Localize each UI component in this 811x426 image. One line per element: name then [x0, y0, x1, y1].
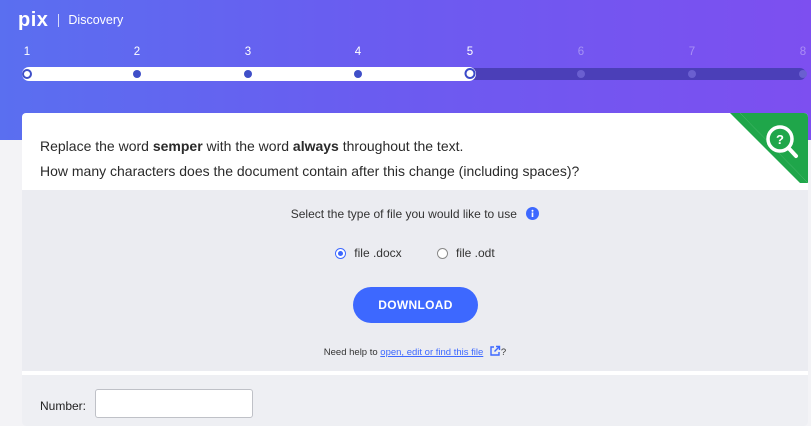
help-suffix: ? [500, 347, 507, 358]
step-dot-3 [244, 70, 252, 78]
svg-text:?: ? [776, 132, 784, 147]
step-number-7: 7 [688, 46, 696, 58]
download-button[interactable]: DOWNLOAD [353, 287, 478, 323]
challenge-card: Replace the word semper with the word al… [22, 113, 808, 426]
assessment-title: Discovery [68, 13, 124, 27]
word-from: semper [152, 138, 203, 154]
brand-separator [58, 13, 60, 27]
step-number-6: 6 [577, 46, 585, 58]
radio-odt[interactable]: file .odt [437, 246, 495, 260]
step-dot-6 [577, 70, 585, 78]
info-icon[interactable] [526, 207, 540, 220]
step-dot-4 [354, 70, 362, 78]
brand: pix Discovery [18, 10, 123, 30]
step-number-2: 2 [133, 46, 141, 58]
progress-bar: 1 2 3 4 5 6 7 8 [0, 46, 811, 86]
step-dot-8 [799, 70, 807, 78]
help-link[interactable]: open, edit or find this file [380, 347, 483, 358]
file-type-options: file .docx file .odt [22, 246, 808, 262]
step-number-1: 1 [23, 46, 31, 58]
file-type-prompt: Select the type of file you would like t… [22, 207, 808, 221]
step-dot-1 [22, 69, 32, 79]
step-dot-5-current [464, 68, 476, 79]
radio-docx-label: file .docx [354, 246, 402, 260]
radio-docx[interactable]: file .docx [335, 246, 402, 260]
help-text: Need help to open, edit or find this fil… [22, 345, 808, 358]
number-label: Number: [40, 399, 87, 413]
radio-odt-label: file .odt [456, 246, 495, 260]
step-dot-2 [133, 70, 141, 78]
question-text: Replace the word semper with the word al… [40, 134, 579, 184]
step-number-8: 8 [799, 46, 807, 58]
question-suffix: throughout the text. [338, 138, 464, 154]
help-prefix: Need help to [323, 347, 381, 358]
step-number-3: 3 [244, 46, 252, 58]
pix-logo[interactable]: pix [18, 10, 48, 30]
radio-odt-control[interactable] [437, 247, 448, 259]
magnifier-question-icon: ? [730, 113, 808, 183]
step-number-4: 4 [354, 46, 362, 58]
radio-docx-control[interactable] [335, 247, 347, 259]
step-dot-7 [688, 70, 696, 78]
question-middle: with the word [202, 138, 293, 154]
question-line-2: How many characters does the document co… [40, 163, 580, 179]
external-link-icon[interactable] [489, 345, 501, 357]
question-line-1: Replace the word semper with the word al… [40, 134, 579, 159]
step-number-5: 5 [466, 46, 474, 58]
number-input[interactable] [95, 389, 253, 418]
question-prefix: Replace the word [40, 138, 153, 154]
word-to: always [292, 138, 339, 154]
file-type-prompt-text: Select the type of file you would like t… [290, 207, 517, 221]
